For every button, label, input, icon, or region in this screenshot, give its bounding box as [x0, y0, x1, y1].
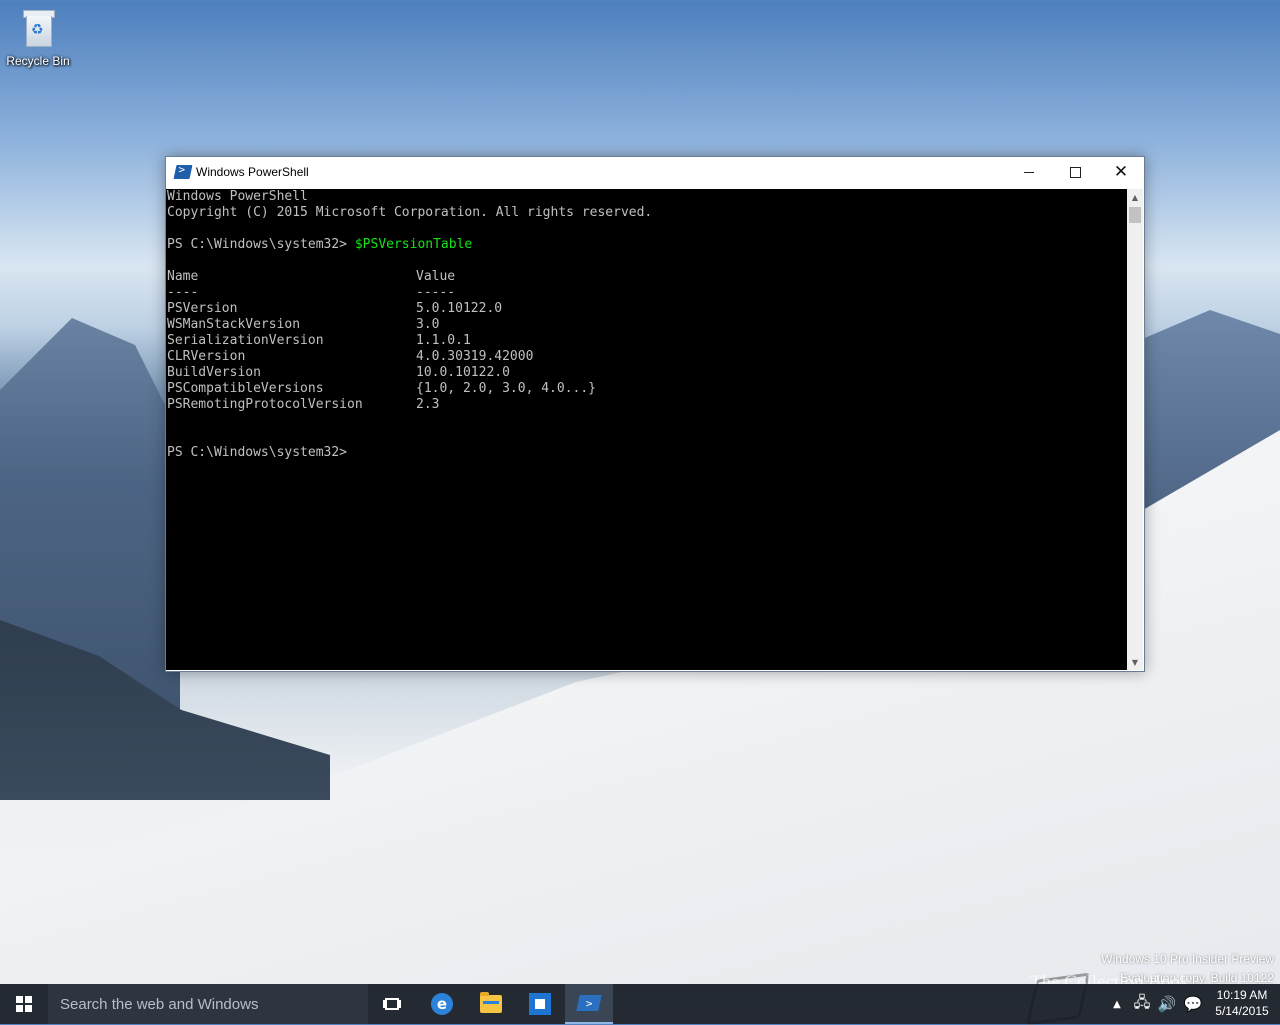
row-value: 3.0 [416, 317, 440, 332]
task-view-button[interactable] [368, 984, 416, 1024]
console-table-row: CLRVersion 4.0.30319.42000 [167, 349, 533, 365]
row-name: PSRemotingProtocolVersion [167, 397, 363, 412]
network-icon[interactable]: 🖧 [1130, 984, 1154, 1024]
window-titlebar[interactable]: > Windows PowerShell ✕ [166, 157, 1144, 189]
store-icon [529, 993, 551, 1015]
console-table-row: BuildVersion 10.0.10122.0 [167, 365, 510, 381]
row-value: 10.0.10122.0 [416, 365, 510, 380]
vertical-scrollbar[interactable]: ▲ ▼ [1127, 189, 1143, 670]
powershell-icon[interactable]: > [173, 163, 193, 179]
taskbar-clock[interactable]: 10:19 AM 5/14/2015 [1206, 987, 1278, 1019]
underline-name: ---- [167, 285, 199, 300]
console-prompt: PS C:\Windows\system32> [167, 237, 355, 252]
console-output[interactable]: Windows PowerShell Copyright (C) 2015 Mi… [166, 189, 1127, 670]
scroll-up-icon[interactable]: ▲ [1127, 189, 1143, 205]
taskbar: Search the web and Windows e > ▲ 🖧 🔊 💬 1… [0, 984, 1280, 1024]
recycle-bin-icon: ♻ [21, 8, 55, 48]
row-name: WSManStackVersion [167, 317, 301, 332]
internet-explorer-icon: e [431, 993, 453, 1015]
console-command: $PSVersionTable [354, 237, 473, 252]
row-name: BuildVersion [167, 365, 261, 380]
desktop-icon-label: Recycle Bin [6, 54, 70, 68]
header-name: Name [167, 269, 199, 284]
row-name: CLRVersion [167, 349, 246, 364]
row-value: 5.0.10122.0 [416, 301, 503, 316]
file-explorer-icon [480, 992, 502, 1013]
scrollbar-thumb[interactable] [1129, 207, 1141, 223]
window-title: Windows PowerShell [196, 165, 309, 179]
maximize-icon [1069, 166, 1081, 178]
underline-value: ----- [416, 285, 456, 300]
row-value: 1.1.0.1 [416, 333, 471, 348]
minimize-icon [1024, 171, 1034, 173]
console-table-row: WSManStackVersion 3.0 [167, 317, 439, 333]
file-explorer-button[interactable] [467, 984, 515, 1024]
store-button[interactable] [516, 984, 564, 1024]
action-center-icon[interactable]: 💬 [1182, 984, 1204, 1024]
console-banner-copyright: Copyright (C) 2015 Microsoft Corporation… [167, 205, 653, 220]
task-view-icon [385, 998, 399, 1010]
console-command-line: PS C:\Windows\system32> $PSVersionTable [167, 237, 472, 253]
search-placeholder: Search the web and Windows [60, 995, 259, 1013]
console-banner-title: Windows PowerShell [167, 189, 308, 204]
show-hidden-icons-chevron-icon[interactable]: ▲ [1108, 984, 1126, 1024]
clock-time: 10:19 AM [1216, 988, 1268, 1002]
minimize-button[interactable] [1006, 157, 1052, 187]
row-value: 2.3 [416, 397, 440, 412]
console-table-header: Name Value [167, 269, 455, 285]
powershell-window[interactable]: > Windows PowerShell ✕ Windows PowerShel… [165, 156, 1145, 672]
desktop-icon-recycle-bin[interactable]: ♻ Recycle Bin [4, 8, 72, 68]
clock-date: 5/14/2015 [1215, 1004, 1269, 1018]
console-current-prompt: PS C:\Windows\system32> [167, 445, 348, 460]
search-box[interactable]: Search the web and Windows [48, 984, 368, 1024]
row-name: PSVersion [167, 301, 238, 316]
close-button[interactable]: ✕ [1098, 157, 1144, 187]
console-table-row: PSCompatibleVersions {1.0, 2.0, 3.0, 4.0.… [167, 381, 596, 397]
internet-explorer-button[interactable]: e [418, 984, 466, 1024]
powershell-taskbar-button[interactable]: > [565, 984, 613, 1024]
close-icon: ✕ [1113, 161, 1129, 182]
header-value: Value [416, 269, 456, 284]
console-table-underline: ---- ----- [167, 285, 455, 301]
row-value: 4.0.30319.42000 [416, 349, 534, 364]
row-name: SerializationVersion [167, 333, 324, 348]
row-value: {1.0, 2.0, 3.0, 4.0...} [416, 381, 597, 396]
maximize-button[interactable] [1052, 157, 1098, 187]
scroll-down-icon[interactable]: ▼ [1127, 654, 1143, 670]
console-table-row: PSRemotingProtocolVersion 2.3 [167, 397, 439, 413]
start-button[interactable] [0, 984, 48, 1024]
windows-logo-icon [16, 996, 32, 1012]
row-name: PSCompatibleVersions [167, 381, 324, 396]
console-table-row: PSVersion 5.0.10122.0 [167, 301, 502, 317]
volume-icon[interactable]: 🔊 [1156, 984, 1178, 1024]
console-table-row: SerializationVersion 1.1.0.1 [167, 333, 471, 349]
powershell-icon: > [576, 995, 602, 1011]
watermark-line: Windows 10 Pro Insider Preview [1101, 952, 1274, 966]
